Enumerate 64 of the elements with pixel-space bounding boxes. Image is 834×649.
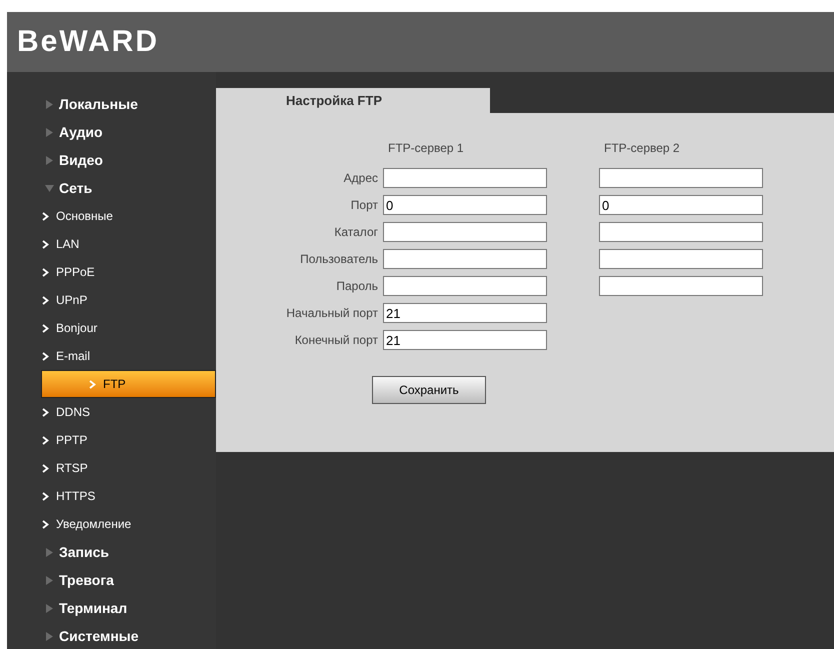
- submenu-item[interactable]: HTTPS: [7, 482, 216, 510]
- menu-item[interactable]: Аудио: [7, 118, 216, 146]
- submenu-item[interactable]: Уведомление: [7, 510, 216, 538]
- input-field[interactable]: 21: [383, 330, 547, 350]
- menu-item[interactable]: Запись: [7, 538, 216, 566]
- chevron-right-icon: [42, 352, 49, 360]
- chevron-right-icon: [42, 436, 49, 444]
- input-field[interactable]: 21: [383, 303, 547, 323]
- input-field[interactable]: 0: [383, 195, 547, 215]
- column-header: FTP-сервер 2: [604, 140, 680, 157]
- input-field[interactable]: 0: [599, 195, 763, 215]
- submenu-item[interactable]: FTP: [41, 370, 216, 398]
- chevron-right-icon: [42, 296, 49, 304]
- tab[interactable]: Настройка FTP: [216, 88, 490, 113]
- submenu-item[interactable]: PPPoE: [7, 258, 216, 286]
- submenu-item[interactable]: PPTP: [7, 426, 216, 454]
- field-label: Конечный порт: [294, 332, 378, 349]
- menu-item[interactable]: Видео: [7, 146, 216, 174]
- chevron-right-icon: [42, 520, 49, 528]
- caret-down-icon: [45, 184, 54, 192]
- menu-item[interactable]: Системные: [7, 622, 216, 649]
- input-field[interactable]: [383, 249, 547, 269]
- chevron-right-icon: [42, 464, 49, 472]
- caret-right-icon: [45, 632, 54, 640]
- field-label: Пароль: [336, 278, 378, 295]
- input-field[interactable]: [599, 222, 763, 242]
- column-header: FTP-сервер 1: [388, 140, 465, 157]
- input-field[interactable]: [383, 276, 547, 296]
- chevron-right-icon: [42, 240, 49, 248]
- chevron-right-icon: [42, 268, 49, 276]
- field-label: Адрес: [344, 170, 378, 187]
- caret-right-icon: [45, 548, 54, 556]
- submenu-item[interactable]: LAN: [7, 230, 216, 258]
- caret-right-icon: [45, 100, 54, 108]
- field-label: Порт: [350, 197, 378, 214]
- input-field[interactable]: [383, 168, 547, 188]
- caret-right-icon: [45, 576, 54, 584]
- submenu-item[interactable]: Bonjour: [7, 314, 216, 342]
- submenu-item[interactable]: Основные: [7, 202, 216, 230]
- submenu-item[interactable]: E-mail: [7, 342, 216, 370]
- menu-item[interactable]: Терминал: [7, 594, 216, 622]
- chevron-right-icon: [89, 380, 96, 388]
- submenu-item[interactable]: RTSP: [7, 454, 216, 482]
- field-label: Пользователь: [300, 251, 378, 268]
- input-field[interactable]: [599, 276, 763, 296]
- field-label: Каталог: [334, 224, 378, 241]
- chevron-right-icon: [42, 408, 49, 416]
- input-field[interactable]: [383, 222, 547, 242]
- menu-item[interactable]: Локальные: [7, 90, 216, 118]
- menu-item[interactable]: Сеть: [7, 174, 216, 202]
- chevron-right-icon: [42, 492, 49, 500]
- submenu-item[interactable]: UPnP: [7, 286, 216, 314]
- caret-right-icon: [45, 128, 54, 136]
- logo: BeWARD: [17, 27, 160, 57]
- caret-right-icon: [45, 156, 54, 164]
- input-field[interactable]: [599, 249, 763, 269]
- save-button[interactable]: Сохранить: [372, 376, 486, 404]
- menu-item[interactable]: Тревога: [7, 566, 216, 594]
- input-field[interactable]: [599, 168, 763, 188]
- submenu-item[interactable]: DDNS: [7, 398, 216, 426]
- chevron-right-icon: [42, 212, 49, 220]
- caret-right-icon: [45, 604, 54, 612]
- chevron-right-icon: [42, 324, 49, 332]
- field-label: Начальный порт: [286, 305, 378, 322]
